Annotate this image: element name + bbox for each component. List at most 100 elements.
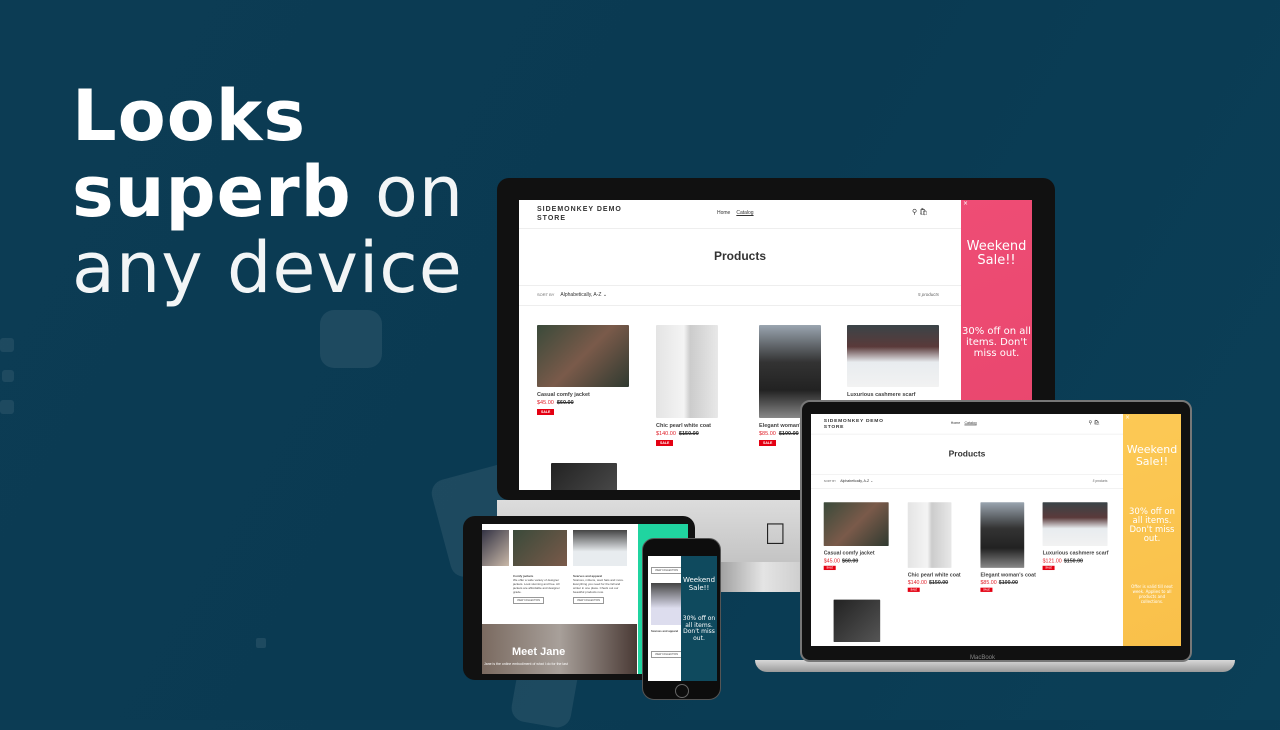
sort-select[interactable]: Alphabetically, A-Z bbox=[560, 292, 601, 298]
view-collection-button[interactable]: VIEW COLLECTION bbox=[513, 597, 545, 604]
product-image[interactable] bbox=[980, 502, 1025, 568]
product-name[interactable]: Luxurious cashmere scarf bbox=[1043, 550, 1114, 556]
original-price: $60.00 bbox=[842, 557, 859, 564]
popup-message: 30% off on all items. Don't miss out. bbox=[962, 326, 1031, 359]
product-name[interactable]: Luxurious cashmere scarf bbox=[847, 392, 947, 398]
sale-badge: SALE bbox=[823, 565, 836, 571]
nav-catalog[interactable]: Catalog bbox=[736, 210, 753, 216]
sale-badge: SALE bbox=[656, 440, 674, 446]
product-image[interactable] bbox=[823, 502, 889, 547]
product-image[interactable] bbox=[656, 325, 718, 418]
product-card[interactable]: Chic pearl white coat $140.00 $150.00 SAL… bbox=[656, 325, 756, 446]
divider bbox=[811, 488, 1124, 489]
product-card[interactable]: Chic pearl white coat $140.00 $150.00 SAL… bbox=[907, 502, 979, 592]
sale-price: $140.00 bbox=[656, 431, 676, 437]
nav-catalog[interactable]: Catalog bbox=[964, 421, 976, 425]
headline-light-word: on bbox=[374, 151, 465, 233]
page-title: Products bbox=[948, 448, 986, 459]
page-title: Products bbox=[713, 249, 766, 263]
close-icon[interactable]: × bbox=[1125, 414, 1130, 421]
sale-popup: Weekend Sale!! 30% off on all items. Don… bbox=[681, 556, 717, 681]
collection-image[interactable] bbox=[651, 583, 681, 625]
original-price: $60.00 bbox=[556, 400, 574, 406]
collection-text: We offer a wide variety of designer jack… bbox=[513, 578, 560, 594]
product-card[interactable]: Casual comfy jacket $45.00 $60.00 SALE bbox=[823, 502, 889, 571]
sale-price: $140.00 bbox=[907, 579, 927, 586]
store-nav: Home Catalog bbox=[951, 421, 981, 425]
popup-message: 30% off on all items. Don't miss out. bbox=[1129, 507, 1175, 544]
collection-text: Scarves, mittens, wool hats and more. Ev… bbox=[573, 578, 624, 594]
product-name[interactable]: Casual comfy jacket bbox=[824, 550, 889, 556]
sale-price: $85.00 bbox=[980, 579, 997, 586]
divider bbox=[811, 474, 1124, 475]
product-image[interactable] bbox=[551, 463, 617, 490]
product-name[interactable]: Chic pearl white coat bbox=[656, 423, 756, 429]
original-price: $150.00 bbox=[678, 431, 699, 437]
product-image[interactable] bbox=[1042, 502, 1108, 547]
popup-title: Weekend Sale!! bbox=[1126, 443, 1178, 468]
store-nav: Home Catalog bbox=[717, 210, 760, 216]
sort-select[interactable]: Alphabetically, A-Z bbox=[840, 479, 869, 483]
popup-fine-print: Offer is valid till next week. Applies t… bbox=[1131, 584, 1173, 604]
popup-message: 30% off on all items. Don't miss out. bbox=[682, 615, 716, 642]
nav-home[interactable]: Home bbox=[951, 421, 960, 425]
product-count: 5 products bbox=[1092, 478, 1108, 483]
cart-icon[interactable]: 🛍 bbox=[1093, 420, 1099, 425]
product-name[interactable]: Elegant woman's coat bbox=[980, 571, 1051, 577]
search-icon[interactable]: ⚲ bbox=[1088, 420, 1092, 425]
view-collection-button[interactable]: VIEW COLLECTION bbox=[573, 597, 605, 604]
product-card[interactable]: Elegant woman's coat $85.00 $100.00 SALE bbox=[980, 502, 1051, 592]
product-image[interactable] bbox=[537, 325, 629, 387]
product-card[interactable]: Casual comfy jacket $45.00 $60.00 SALE bbox=[537, 325, 629, 415]
product-card[interactable] bbox=[551, 463, 617, 490]
product-name[interactable]: Casual comfy jacket bbox=[537, 392, 629, 398]
header-icons: ⚲ 🛍 bbox=[1088, 420, 1099, 425]
view-collection-button[interactable]: VIEW COLLECTION bbox=[651, 651, 683, 658]
sale-price: $121.00 bbox=[1042, 557, 1062, 564]
collection-title[interactable]: Scarves and apparel bbox=[651, 629, 678, 633]
sale-badge: SALE bbox=[759, 440, 777, 446]
store-page: SIDEMONKEY DEMO STORE Home Catalog ⚲ 🛍 Pr… bbox=[811, 414, 1124, 646]
product-name[interactable]: Chic pearl white coat bbox=[908, 571, 979, 577]
chevron-down-icon: ⌄ bbox=[602, 292, 608, 298]
home-button[interactable] bbox=[675, 684, 689, 698]
smartphone: VIEW COLLECTION Scarves and apparel VIEW… bbox=[642, 538, 721, 700]
sort-control[interactable]: SORT BY Alphabetically, A-Z ⌄ bbox=[824, 479, 873, 483]
divider bbox=[519, 285, 961, 286]
hero-title: Meet Jane bbox=[512, 646, 566, 658]
product-image[interactable] bbox=[907, 502, 952, 568]
sale-badge: SALE bbox=[907, 587, 920, 592]
headline-bold-word: superb bbox=[72, 151, 352, 233]
product-card[interactable] bbox=[833, 599, 881, 643]
store-title[interactable]: SIDEMONKEY DEMO STORE bbox=[824, 418, 902, 431]
search-icon[interactable]: ⚲ bbox=[912, 209, 917, 216]
divider bbox=[519, 305, 961, 306]
sale-price: $85.00 bbox=[759, 431, 776, 437]
product-card[interactable]: Luxurious cashmere scarf $121.00 $150.00 … bbox=[1042, 502, 1114, 571]
product-image[interactable] bbox=[847, 325, 939, 387]
headline-line-3: any device bbox=[72, 227, 463, 309]
cart-icon[interactable]: 🛍 bbox=[919, 209, 928, 216]
nav-home[interactable]: Home bbox=[717, 210, 730, 216]
sort-control[interactable]: SORT BY Alphabetically, A-Z ⌄ bbox=[537, 292, 607, 298]
original-price: $150.00 bbox=[928, 579, 949, 586]
sale-popup: × Weekend Sale!! 30% off on all items. D… bbox=[1123, 414, 1181, 646]
store-title[interactable]: SIDEMONKEY DEMO STORE bbox=[537, 205, 647, 223]
original-price: $100.00 bbox=[998, 579, 1018, 586]
sale-price: $45.00 bbox=[823, 557, 840, 564]
sale-price: $45.00 bbox=[537, 400, 554, 406]
phone-screen: VIEW COLLECTION Scarves and apparel VIEW… bbox=[648, 556, 717, 681]
laptop: × Weekend Sale!! 30% off on all items. D… bbox=[800, 400, 1192, 662]
collection-image[interactable] bbox=[513, 530, 567, 566]
headline: Looks superb on any device bbox=[72, 78, 464, 306]
apple-logo-icon:  bbox=[764, 518, 787, 552]
original-price: $100.00 bbox=[778, 431, 799, 437]
collection-image bbox=[482, 530, 509, 566]
divider bbox=[519, 228, 961, 229]
close-icon[interactable]: × bbox=[963, 200, 968, 207]
collection-image[interactable] bbox=[573, 530, 627, 566]
hero-banner: Meet Jane Jane is the online embodiment … bbox=[482, 624, 637, 674]
view-collection-button[interactable]: VIEW COLLECTION bbox=[651, 567, 683, 574]
laptop-brand: MacBook bbox=[970, 655, 996, 661]
product-image[interactable] bbox=[833, 599, 881, 643]
